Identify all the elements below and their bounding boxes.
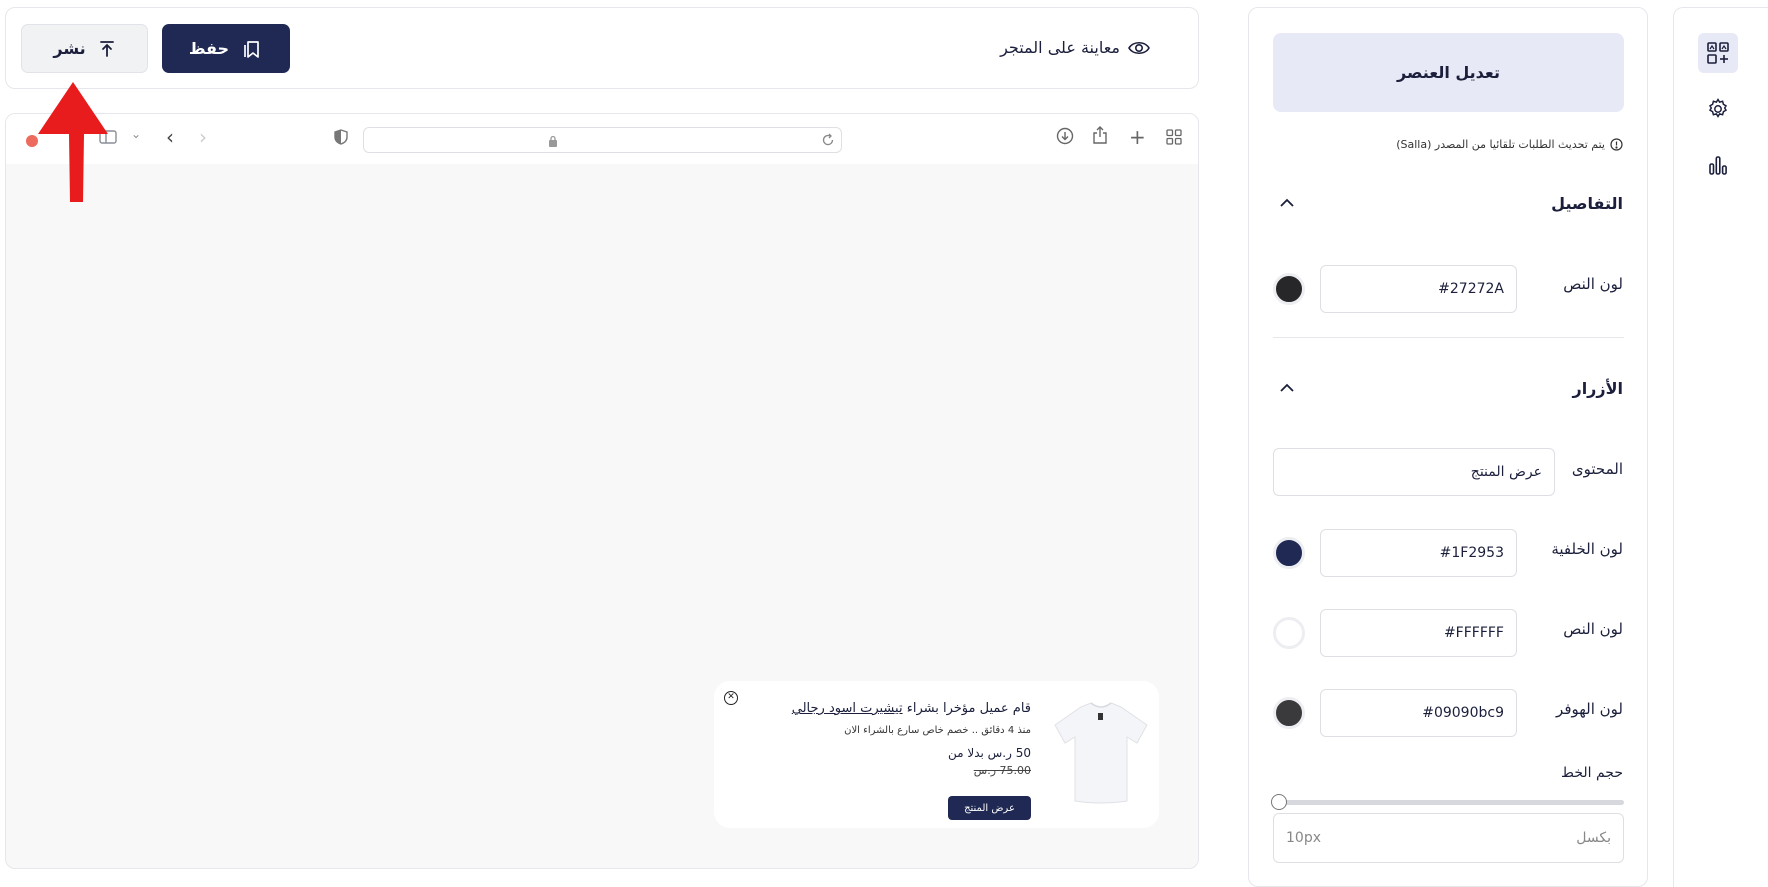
font-size-slider-track[interactable] bbox=[1273, 800, 1624, 805]
edit-element-header: تعديل العنصر bbox=[1273, 33, 1624, 112]
notification-title: قام عميل مؤخرا بشراء تيشيرت اسود رجالي bbox=[731, 701, 1031, 716]
shield-icon[interactable] bbox=[334, 129, 348, 149]
save-label: حفظ bbox=[188, 39, 230, 58]
purchase-notification: ✕ قام عميل مؤخرا بشراء تيشيرت اسود رجالي… bbox=[714, 681, 1159, 828]
sync-note: يتم تحديث الطلبات تلقائيا من المصدر (Sal… bbox=[1396, 138, 1623, 151]
bg-color-input[interactable]: #1F2953 bbox=[1320, 529, 1517, 577]
content-input[interactable]: عرض المنتج bbox=[1273, 448, 1555, 496]
btn-text-color-input[interactable]: FFFFFF# bbox=[1320, 609, 1517, 657]
eye-icon bbox=[1128, 41, 1150, 54]
back-icon[interactable]: ‹ bbox=[166, 125, 174, 149]
chevron-up-icon[interactable] bbox=[1279, 381, 1295, 397]
download-icon[interactable] bbox=[1056, 127, 1074, 149]
save-button[interactable]: حفظ bbox=[162, 24, 290, 73]
font-size-value: 10px bbox=[1286, 830, 1321, 846]
hover-color-input[interactable]: #09090bc9 bbox=[1320, 689, 1517, 737]
details-text-color-input[interactable]: #27272A bbox=[1320, 265, 1517, 313]
details-text-color-label: لون النص bbox=[1563, 275, 1623, 293]
gear-icon[interactable] bbox=[1698, 89, 1738, 129]
font-size-slider-thumb[interactable] bbox=[1271, 794, 1287, 810]
red-arrow-annotation bbox=[38, 82, 108, 202]
font-size-input[interactable]: بكسل 10px bbox=[1273, 813, 1624, 863]
elements-icon[interactable] bbox=[1698, 33, 1738, 73]
tshirt-image bbox=[1054, 702, 1148, 804]
bg-color-label: لون الخلفية bbox=[1551, 540, 1623, 558]
bg-color-swatch[interactable] bbox=[1273, 537, 1305, 569]
window-close-dot[interactable] bbox=[26, 135, 38, 147]
preview-label: معاينة على المتجر bbox=[1000, 38, 1120, 57]
share-icon[interactable] bbox=[1092, 126, 1108, 149]
info-icon bbox=[1610, 138, 1623, 151]
store-preview-link[interactable]: معاينة على المتجر bbox=[1000, 38, 1150, 57]
upload-icon bbox=[99, 40, 114, 57]
url-bar[interactable] bbox=[363, 127, 842, 153]
notification-old-price: 75.00 ر.س bbox=[973, 764, 1031, 777]
chevron-down-icon[interactable]: ⌄ bbox=[131, 127, 141, 141]
publish-label: نشر bbox=[53, 39, 86, 58]
view-product-button[interactable]: عرض المنتج bbox=[948, 796, 1031, 820]
browser-preview: ⌄ ‹ › + ✕ قام عميل مؤخرا بشراء تيشيرت اس… bbox=[5, 113, 1199, 869]
chevron-up-icon[interactable] bbox=[1279, 196, 1295, 212]
font-size-label: حجم الخط bbox=[1561, 765, 1623, 781]
browser-toolbar: ⌄ ‹ › + bbox=[6, 114, 1198, 164]
hover-color-label: لون الهوفر bbox=[1556, 700, 1623, 718]
icon-rail bbox=[1673, 7, 1768, 887]
content-label: المحتوى bbox=[1571, 460, 1623, 478]
btn-text-color-swatch[interactable] bbox=[1273, 617, 1305, 649]
notification-price: 50 ر.س بدلا من bbox=[947, 746, 1031, 760]
bookmark-icon bbox=[244, 40, 259, 58]
forward-icon[interactable]: › bbox=[199, 125, 207, 149]
buttons-section-title: الأزرار bbox=[1572, 379, 1623, 398]
chart-icon[interactable] bbox=[1698, 145, 1738, 185]
settings-panel: تعديل العنصر يتم تحديث الطلبات تلقائيا م… bbox=[1248, 7, 1648, 887]
new-tab-icon[interactable]: + bbox=[1129, 125, 1146, 149]
hover-color-swatch[interactable] bbox=[1273, 697, 1305, 729]
sync-note-text: يتم تحديث الطلبات تلقائيا من المصدر (Sal… bbox=[1396, 138, 1605, 151]
tab-overview-icon[interactable] bbox=[1166, 129, 1182, 149]
notification-product-link[interactable]: تيشيرت اسود رجالي bbox=[792, 701, 903, 716]
lock-icon bbox=[548, 133, 558, 152]
divider bbox=[1273, 337, 1624, 338]
notification-title-prefix: قام عميل مؤخرا بشراء bbox=[906, 701, 1031, 716]
top-toolbar: نشر حفظ معاينة على المتجر bbox=[5, 7, 1199, 89]
btn-text-color-label: لون النص bbox=[1563, 620, 1623, 638]
notification-subtitle: منذ 4 دقائق .. خصم خاص سارع بالشراء الان bbox=[844, 725, 1031, 736]
font-size-unit: بكسل bbox=[1576, 830, 1611, 846]
details-text-color-swatch[interactable] bbox=[1273, 273, 1305, 305]
publish-button[interactable]: نشر bbox=[21, 24, 148, 73]
notification-text: قام عميل مؤخرا بشراء تيشيرت اسود رجالي م… bbox=[731, 701, 1031, 777]
reload-icon[interactable] bbox=[821, 132, 835, 151]
details-section-title: التفاصيل bbox=[1551, 194, 1623, 213]
